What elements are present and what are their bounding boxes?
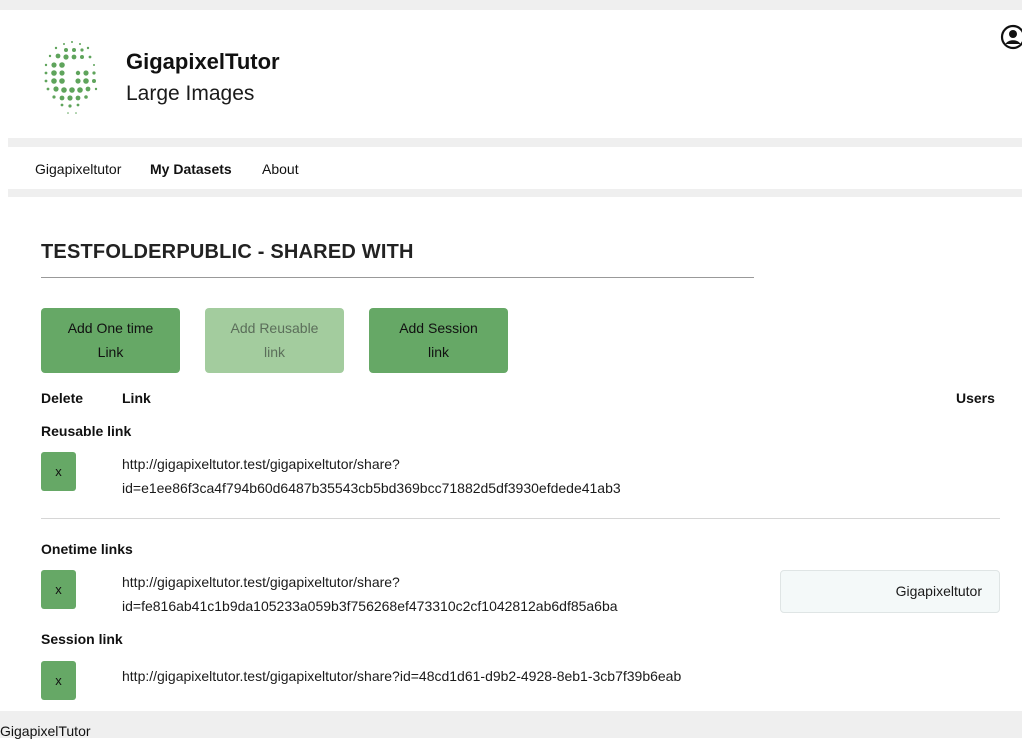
header: GigapixelTutor Large Images [8,10,1022,138]
section-heading-session: Session link [41,631,123,647]
delete-reusable-link-button[interactable]: x [41,452,76,491]
user-chip[interactable]: Gigapixeltutor [780,570,1000,613]
column-header-link: Link [122,390,151,406]
session-link-url[interactable]: http://gigapixeltutor.test/gigapixeltuto… [122,664,681,688]
url-line2: id=fe816ab41c1b9da105233a059b3f756268ef4… [122,598,618,614]
delete-session-link-button[interactable]: x [41,661,76,700]
button-label-line1: Add One time [67,320,154,336]
title-divider [41,277,754,278]
account-circle-icon[interactable] [1000,24,1022,50]
reusable-link-url[interactable]: http://gigapixeltutor.test/gigapixeltuto… [122,452,621,500]
section-divider [41,518,1000,519]
onetime-link-url[interactable]: http://gigapixeltutor.test/gigapixeltuto… [122,570,618,618]
brand-title: GigapixelTutor [126,49,280,74]
brand-subtitle: Large Images [126,82,255,105]
nav-item-my-datasets[interactable]: My Datasets [150,161,232,177]
button-label-line2: link [263,344,285,360]
top-strip [0,0,1022,10]
section-heading-onetime: Onetime links [41,541,133,557]
column-header-users: Users [956,390,995,406]
button-label-line2: link [427,344,449,360]
add-reusable-link-button[interactable]: Add Reusable link [205,308,344,373]
section-heading-reusable: Reusable link [41,423,132,439]
nav-item-gigapixeltutor[interactable]: Gigapixeltutor [35,161,121,177]
footer-text: GigapixelTutor [0,723,91,739]
url-line1: http://gigapixeltutor.test/gigapixeltuto… [122,456,400,472]
nav-item-about[interactable]: About [262,161,299,177]
add-session-link-button[interactable]: Add Session link [369,308,508,373]
button-label-line1: Add Reusable [230,320,319,336]
add-one-time-link-button[interactable]: Add One time Link [41,308,180,373]
url-line1: http://gigapixeltutor.test/gigapixeltuto… [122,574,400,590]
page-title: TESTFOLDERPUBLIC - SHARED WITH [41,241,414,263]
url-line2: id=e1ee86f3ca4f794b60d6487b35543cb5bd369… [122,480,621,496]
delete-onetime-link-button[interactable]: x [41,570,76,609]
header-separator [8,138,1022,147]
button-label-line2: Link [97,344,124,360]
main-nav: Gigapixeltutor My Datasets About [8,147,1022,189]
nav-separator [8,189,1022,197]
footer: GigapixelTutor [0,711,1022,739]
button-label-line1: Add Session [399,320,478,336]
gigapixeltutor-logo [44,41,98,114]
column-header-delete: Delete [41,390,84,406]
